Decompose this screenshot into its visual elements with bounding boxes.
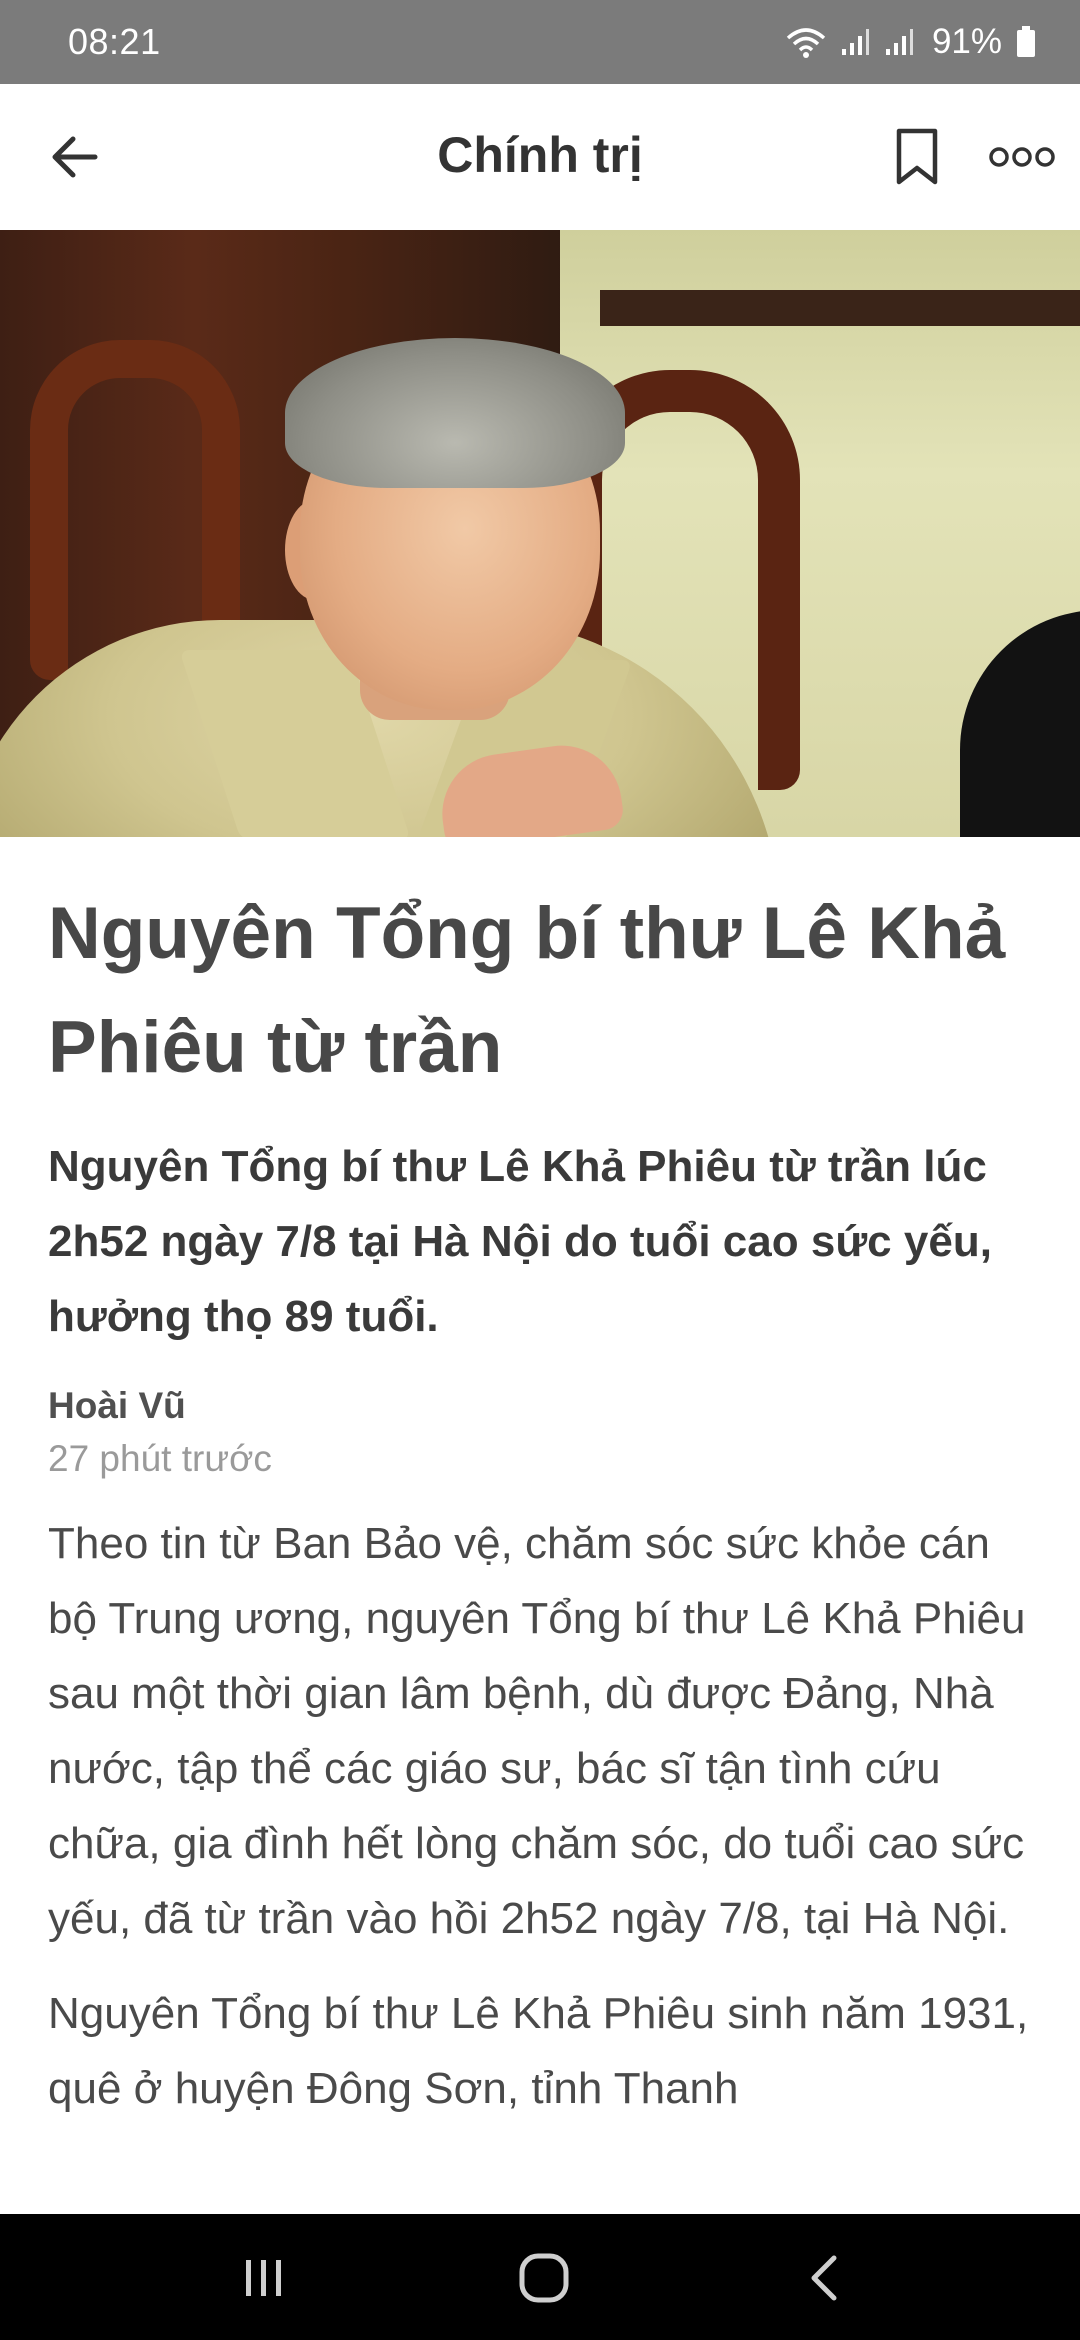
status-icons: 91% (786, 22, 1036, 62)
more-options-button[interactable] (980, 120, 1064, 194)
hero-person-hair (285, 338, 625, 488)
top-app-bar: Chính trị (0, 84, 1080, 231)
status-time: 08:21 (68, 21, 161, 62)
battery-icon (1016, 26, 1036, 58)
article-timestamp: 27 phút trước (48, 1438, 272, 1479)
system-navigation-bar (0, 2214, 1080, 2340)
battery-percent: 91% (931, 22, 1002, 61)
recent-apps-button[interactable] (194, 2236, 334, 2320)
home-button[interactable] (474, 2236, 614, 2320)
article-paragraph: Nguyên Tổng bí thư Lê Khả Phiêu sinh năm… (48, 1989, 1029, 2113)
signal-icon (840, 27, 870, 57)
recent-apps-icon (246, 2260, 281, 2296)
article-body: Nguyên Tổng bí thư Lê Khả Phiêu từ trần … (48, 837, 1038, 2126)
hero-background-shelf (600, 290, 1080, 326)
article-hero-image[interactable] (0, 230, 1080, 837)
bookmark-icon (896, 128, 938, 185)
signal-icon (884, 27, 914, 57)
wifi-icon (786, 26, 826, 58)
back-icon (811, 2255, 837, 2301)
home-icon (519, 2253, 569, 2303)
article-summary: Nguyên Tổng bí thư Lê Khả Phiêu từ trần … (48, 1142, 992, 1341)
bookmark-button[interactable] (880, 120, 954, 194)
article-headline: Nguyên Tổng bí thư Lê Khả Phiêu từ trần (48, 893, 1006, 1088)
more-options-icon (989, 147, 1055, 167)
article-paragraph: Theo tin từ Ban Bảo vệ, chăm sóc sức khỏ… (48, 1519, 1026, 1943)
status-bar: 08:21 91% (0, 0, 1080, 84)
system-back-button[interactable] (754, 2236, 894, 2320)
article-author[interactable]: Hoài Vũ (48, 1380, 1038, 1432)
